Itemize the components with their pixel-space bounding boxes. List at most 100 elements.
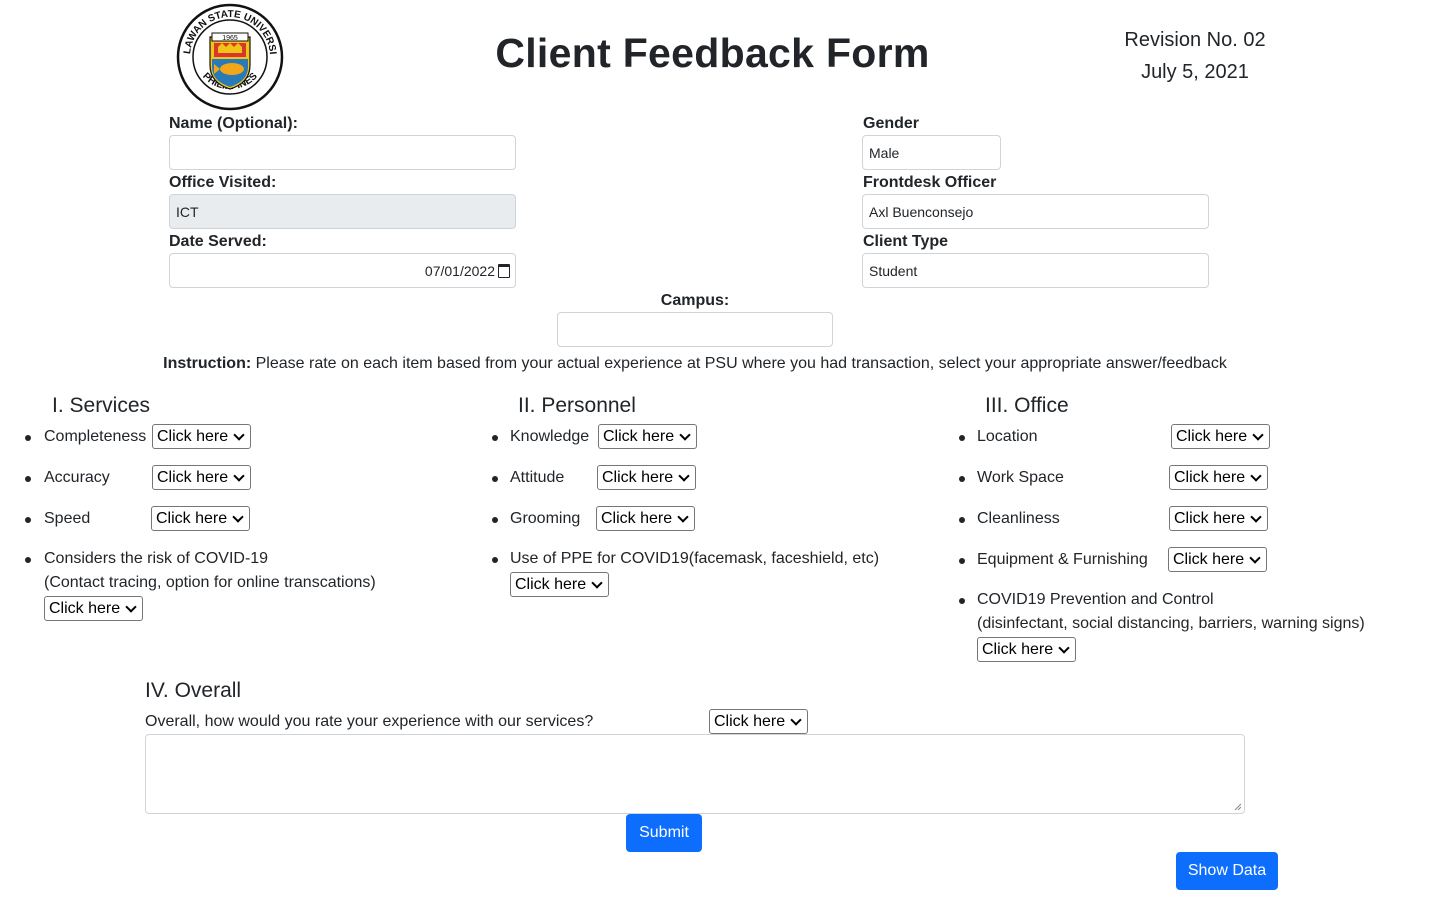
instruction-text: Instruction: Please rate on each item ba…	[0, 355, 1390, 373]
bullet	[492, 517, 498, 523]
overall-heading: IV. Overall	[145, 679, 242, 702]
services-item-covid-detail: (Contact tracing, option for online tran…	[44, 574, 376, 591]
covid-prevention-select[interactable]: Click here	[977, 637, 1076, 662]
chevron-down-icon	[677, 510, 689, 523]
calendar-icon[interactable]	[498, 263, 510, 278]
services-item-completeness: Completeness	[44, 428, 147, 445]
office-item-location: Location	[977, 428, 1038, 445]
client-type-label: Client Type	[863, 233, 949, 250]
ppe-select[interactable]: Click here	[510, 572, 609, 597]
select-value: Click here	[1173, 550, 1245, 568]
knowledge-select[interactable]: Click here	[598, 424, 697, 449]
personnel-item-grooming: Grooming	[510, 510, 581, 527]
campus-input[interactable]	[557, 312, 833, 347]
equipment-select[interactable]: Click here	[1168, 547, 1267, 572]
select-value: Click here	[1176, 427, 1248, 445]
workspace-select[interactable]: Click here	[1169, 465, 1268, 490]
instruction-body: Please rate on each item based from your…	[251, 355, 1227, 372]
show-data-button[interactable]: Show Data	[1176, 852, 1278, 890]
chevron-down-icon	[233, 469, 245, 482]
chevron-down-icon	[790, 713, 802, 726]
personnel-heading: II. Personnel	[518, 394, 636, 417]
name-label: Name (Optional):	[169, 115, 298, 132]
chevron-down-icon	[125, 600, 137, 613]
university-logo: PALAWAN STATE UNIVERSITY PHILIPPINES 196…	[172, 0, 284, 111]
office-input	[169, 194, 516, 229]
services-item-covid: Considers the risk of COVID-19	[44, 550, 269, 567]
frontdesk-label: Frontdesk Officer	[863, 174, 997, 191]
logo-year: 1965	[222, 35, 238, 42]
chevron-down-icon	[591, 576, 603, 589]
date-label: Date Served:	[169, 233, 267, 250]
services-heading: I. Services	[52, 394, 151, 417]
office-label: Office Visited:	[169, 174, 277, 191]
services-item-speed: Speed	[44, 510, 91, 527]
select-value: Click here	[602, 468, 674, 486]
select-value: Click here	[515, 575, 587, 593]
instruction-bold: Instruction:	[163, 355, 252, 372]
select-value: Click here	[714, 712, 786, 730]
select-value: Click here	[49, 599, 121, 617]
grooming-select[interactable]: Click here	[596, 506, 695, 531]
select-value: Click here	[157, 468, 229, 486]
cleanliness-select[interactable]: Click here	[1169, 506, 1268, 531]
office-item-workspace: Work Space	[977, 469, 1064, 486]
office-item-cleanliness: Cleanliness	[977, 510, 1060, 527]
submit-button[interactable]: Submit	[626, 814, 702, 852]
revision-number: Revision No. 02	[1124, 29, 1266, 51]
office-heading: III. Office	[985, 394, 1069, 417]
gender-input[interactable]	[862, 135, 1001, 170]
frontdesk-input[interactable]	[862, 194, 1209, 229]
chevron-down-icon	[1058, 641, 1070, 654]
bullet	[959, 558, 965, 564]
chevron-down-icon	[232, 510, 244, 523]
location-select[interactable]: Click here	[1171, 424, 1270, 449]
select-value: Click here	[156, 509, 228, 527]
office-item-covid-prevention: COVID19 Prevention and Control	[977, 591, 1214, 608]
name-input[interactable]	[169, 135, 516, 170]
chevron-down-icon	[1249, 551, 1261, 564]
bullet	[959, 435, 965, 441]
bullet	[25, 476, 31, 482]
page-title: Client Feedback Form	[495, 30, 930, 76]
chevron-down-icon	[679, 428, 691, 441]
select-value: Click here	[603, 427, 675, 445]
revision-date: July 5, 2021	[1141, 61, 1249, 83]
office-item-covid-detail: (disinfectant, social distancing, barrie…	[977, 615, 1365, 632]
overall-question: Overall, how would you rate your experie…	[145, 713, 594, 730]
covid-risk-select[interactable]: Click here	[44, 596, 143, 621]
chevron-down-icon	[1250, 510, 1262, 523]
resize-grip-icon[interactable]	[1234, 803, 1242, 811]
bullet	[25, 435, 31, 441]
select-value: Click here	[1174, 468, 1246, 486]
bullet	[492, 557, 498, 563]
select-value: Click here	[601, 509, 673, 527]
attitude-select[interactable]: Click here	[597, 465, 696, 490]
chevron-down-icon	[233, 428, 245, 441]
bullet	[492, 435, 498, 441]
campus-label: Campus:	[660, 292, 730, 309]
date-value: 07/01/2022	[424, 262, 495, 279]
comment-textarea[interactable]	[145, 734, 1245, 814]
bullet	[959, 517, 965, 523]
bullet	[959, 598, 965, 604]
services-item-accuracy: Accuracy	[44, 469, 110, 486]
bullet	[25, 557, 31, 563]
accuracy-select[interactable]: Click here	[152, 465, 251, 490]
select-value: Click here	[982, 640, 1054, 658]
overall-select[interactable]: Click here	[709, 709, 808, 734]
revision-info: Revision No. 02 July 5, 2021	[1100, 24, 1290, 88]
personnel-item-ppe: Use of PPE for COVID19(facemask, faceshi…	[510, 550, 880, 567]
select-value: Click here	[1174, 509, 1246, 527]
date-input[interactable]: 07/01/2022	[169, 253, 516, 288]
personnel-item-knowledge: Knowledge	[510, 428, 590, 445]
completeness-select[interactable]: Click here	[152, 424, 251, 449]
personnel-item-attitude: Attitude	[510, 469, 565, 486]
office-item-equipment: Equipment & Furnishing	[977, 551, 1148, 568]
chevron-down-icon	[678, 469, 690, 482]
chevron-down-icon	[1250, 469, 1262, 482]
client-type-input[interactable]	[862, 253, 1209, 288]
bullet	[959, 476, 965, 482]
gender-label: Gender	[863, 115, 920, 132]
speed-select[interactable]: Click here	[151, 506, 250, 531]
